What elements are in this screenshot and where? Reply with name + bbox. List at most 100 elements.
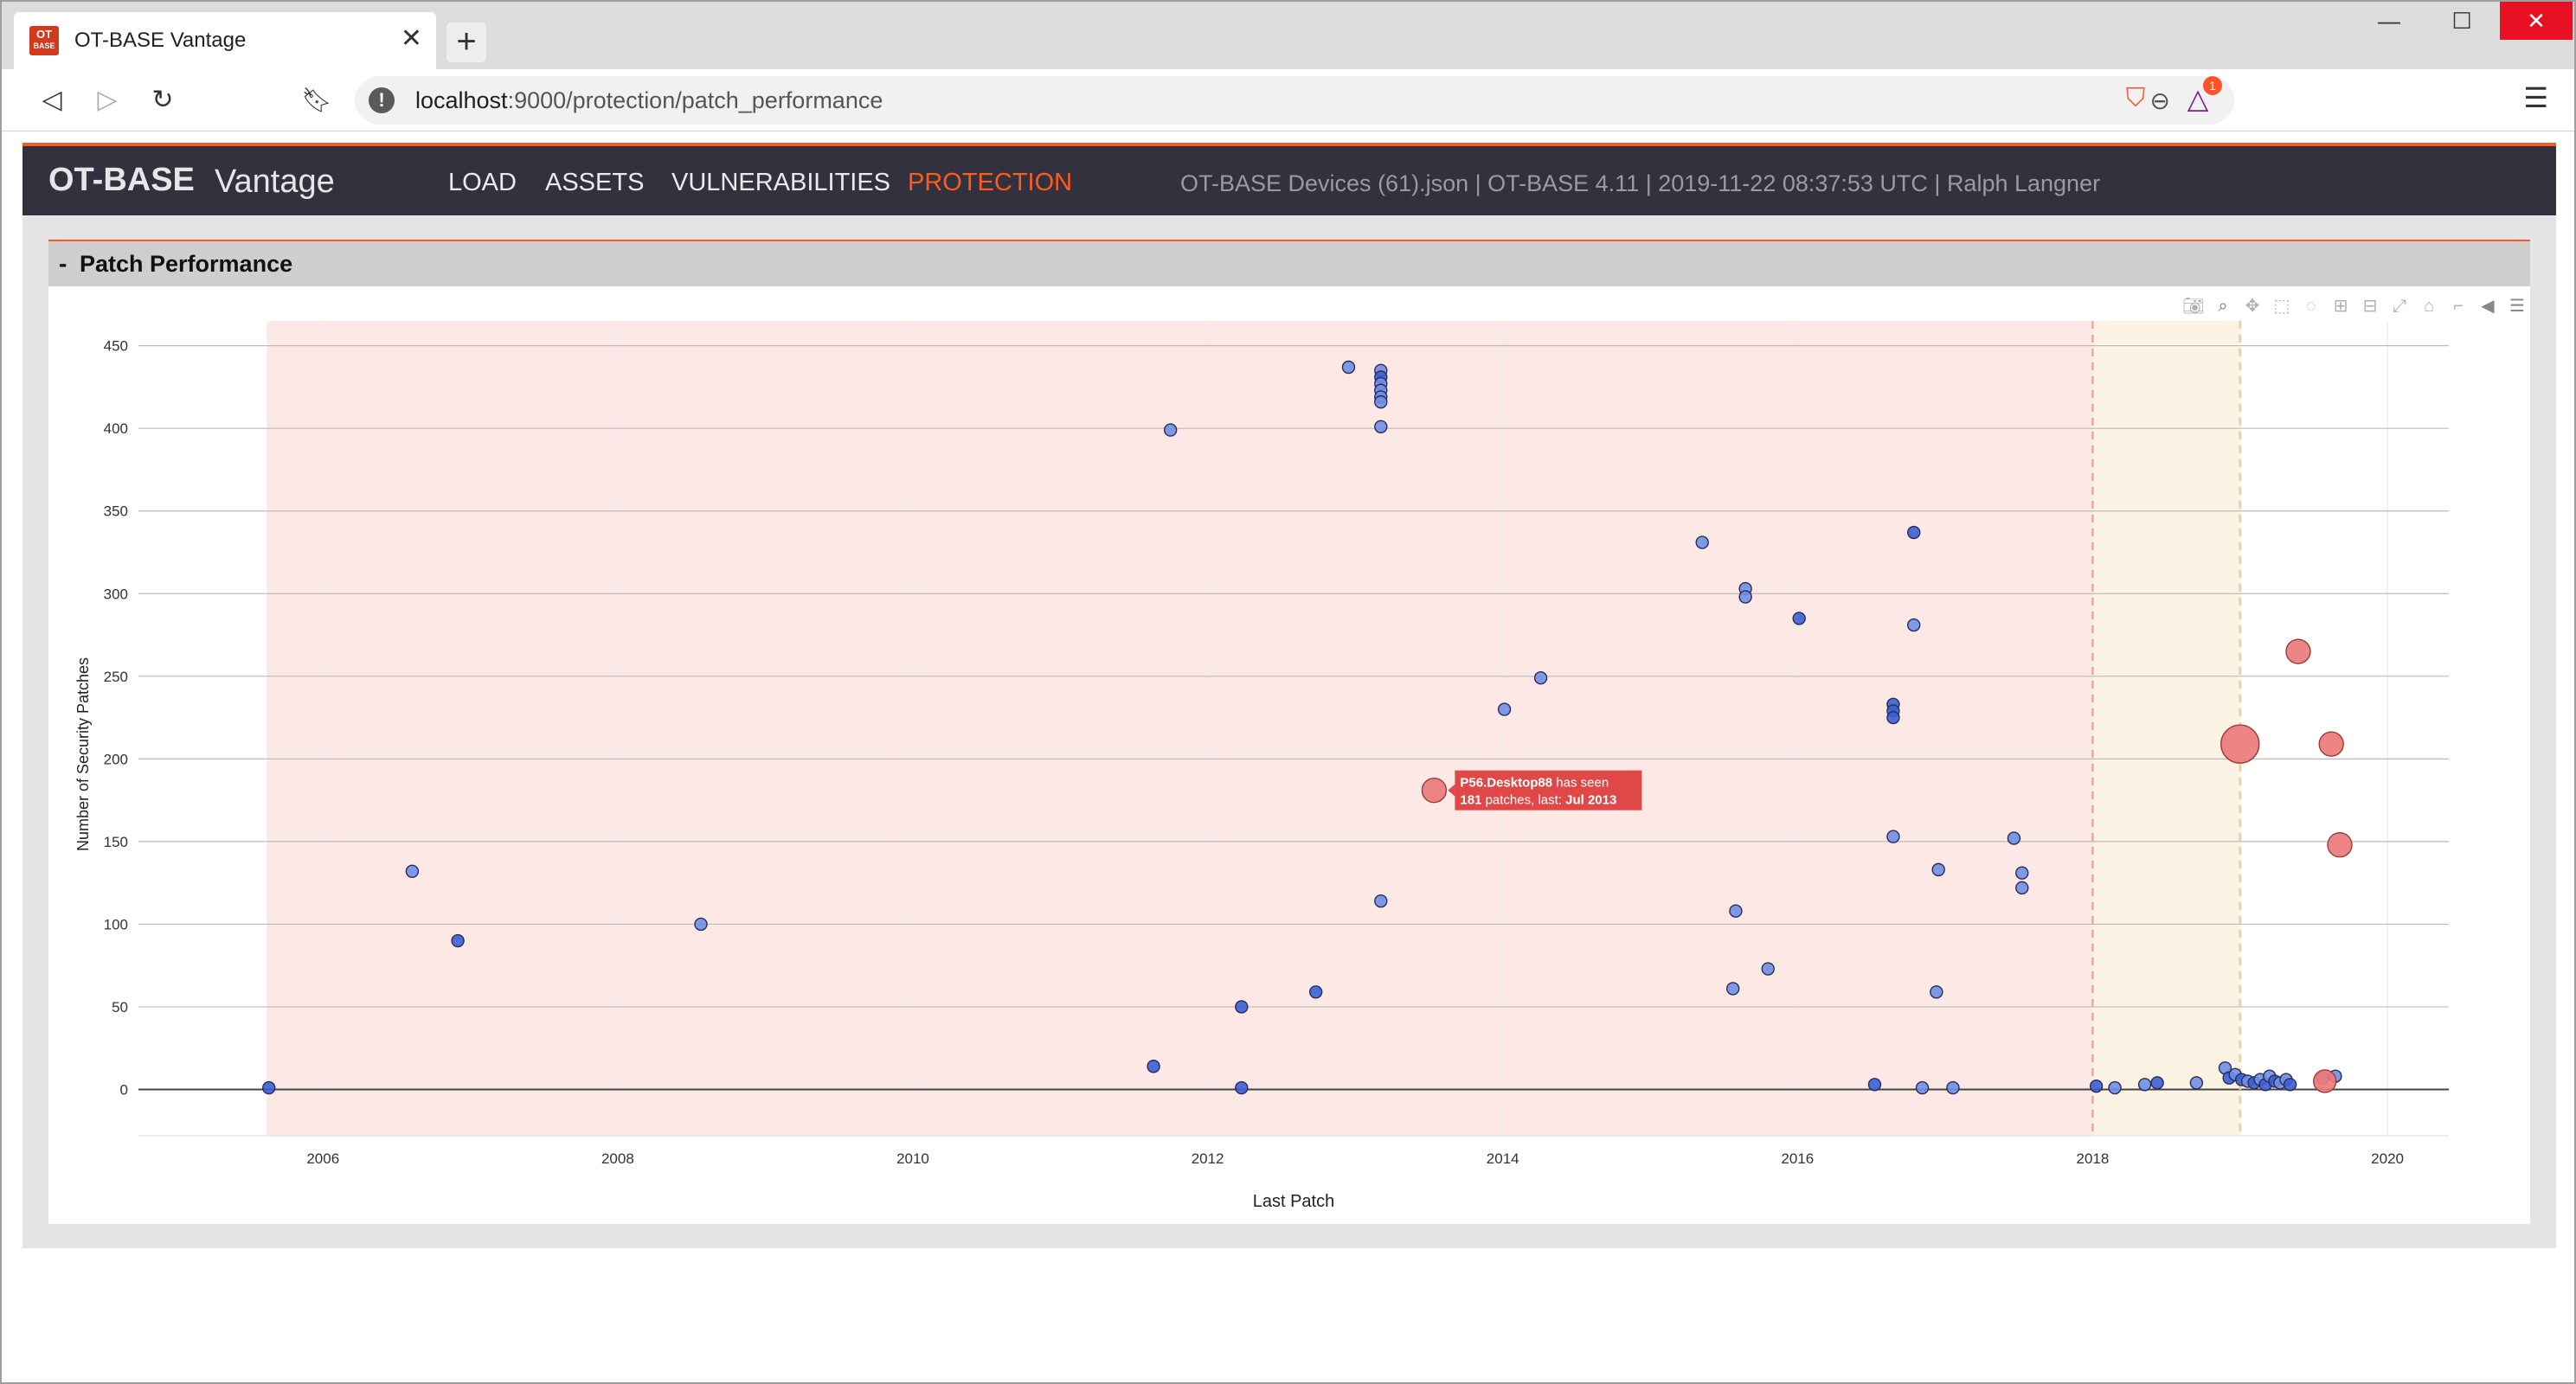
outdated-device-point-2[interactable] [2285,638,2311,664]
window-close-icon[interactable]: ✕ [2500,2,2573,40]
nav-assets[interactable]: ASSETS [545,169,644,197]
device-point-2[interactable] [451,933,465,948]
y-tick-label-150: 150 [104,834,128,850]
forward-arrow-icon[interactable]: ▷ [88,81,126,119]
device-point-17[interactable] [1374,894,1388,908]
device-point-5[interactable] [1163,423,1178,437]
patch-performance-chart[interactable]: 0 50 100 150 200 250 300 350 400 450 2006 2008 2010… [48,286,2530,1226]
device-point-1[interactable] [405,864,420,878]
device-point-31[interactable] [1886,830,1900,843]
tab-close-icon[interactable]: ✕ [401,24,422,54]
device-point-7[interactable] [1235,1080,1249,1095]
device-point-26[interactable] [1792,612,1806,625]
device-point-32[interactable] [1907,525,1921,540]
y-tick-label-0: 0 [120,1081,128,1098]
device-point-18[interactable] [1497,702,1512,716]
x-tick-label-2016: 2016 [1781,1150,1814,1167]
device-point-36[interactable] [1931,862,1945,877]
device-point-22[interactable] [1729,904,1743,918]
url-host: localhost [415,86,508,113]
device-point-38[interactable] [2007,831,2021,845]
panel-header[interactable]: - Patch Performance [48,241,2530,286]
x-tick-labels: 2006 2008 2010 2012 2014 2016 2018 2020 [306,1150,2404,1167]
brave-shield-icon[interactable]: ⛉ [2118,78,2153,119]
y-tick-label-250: 250 [104,669,128,685]
device-point-4[interactable] [1147,1060,1160,1073]
back-arrow-icon[interactable]: ◁ [33,81,71,119]
extension-badge: 1 [2203,76,2222,95]
tooltip-line-1: P56.Desktop88 has seen [1460,776,1609,791]
device-point-0[interactable] [262,1080,276,1095]
x-tick-label-2014: 2014 [1487,1150,1519,1167]
device-point-27[interactable] [1867,1078,1882,1092]
device-point-30[interactable] [1886,710,1900,725]
device-point-45[interactable] [2189,1076,2204,1090]
brand-name[interactable]: OT-BASE [48,162,195,199]
y-tick-labels: 0 50 100 150 200 250 300 350 400 450 [104,338,128,1099]
device-point-40[interactable] [2015,881,2029,895]
shaded-region-0 [267,321,2093,1136]
shaded-region-1 [2092,321,2240,1136]
collapse-toggle[interactable]: - [59,250,67,278]
reload-icon[interactable]: ↻ [144,81,182,119]
device-point-8[interactable] [1308,985,1323,999]
x-axis-title: Last Patch [1253,1192,1335,1211]
browser-tab[interactable]: OT BASE OT-BASE Vantage ✕ [14,12,436,69]
favicon-text-top: OT [35,28,53,41]
app-container: OT-BASE Vantage LOAD ASSETS VULNERABILIT… [22,143,2556,1248]
device-point-58[interactable] [2283,1078,2297,1092]
device-point-25[interactable] [1761,962,1775,976]
tooltip-date: Jul 2013 [1565,793,1616,808]
y-tick-label-50: 50 [112,999,128,1016]
device-point-42[interactable] [2108,1080,2122,1095]
device-point-37[interactable] [1946,1080,1960,1095]
address-bar[interactable]: ! localhost:9000/protection/patch_perfor… [355,76,2234,125]
device-point-16[interactable] [1374,420,1388,433]
url-text[interactable]: localhost:9000/protection/patch_performa… [415,87,883,114]
tooltip-count: 181 [1460,793,1481,808]
device-point-35[interactable] [1930,985,1943,999]
outdated-device-point-0[interactable] [1421,777,1448,804]
maximize-icon[interactable]: ☐ [2425,2,2498,40]
outdated-device-point-4[interactable] [2327,832,2353,858]
hover-tooltip: P56.Desktop88 has seen 181 patches, last… [1448,770,1642,811]
device-point-15[interactable] [1374,394,1388,409]
x-tick-label-2018: 2018 [2077,1150,2110,1167]
outdated-device-point-5[interactable] [2313,1069,2337,1093]
device-point-9[interactable] [1341,360,1356,375]
new-tab-button[interactable]: + [446,22,486,62]
device-point-43[interactable] [2137,1078,2152,1092]
nav-vulnerabilities[interactable]: VULNERABILITIES [671,169,890,197]
device-point-19[interactable] [1533,671,1548,685]
outdated-device-point-1[interactable] [2220,724,2260,764]
device-point-44[interactable] [2150,1076,2164,1090]
device-point-24[interactable] [1738,590,1752,604]
x-tick-label-2012: 2012 [1192,1150,1224,1167]
device-point-6[interactable] [1235,1000,1249,1014]
device-point-20[interactable] [1695,535,1709,549]
device-point-39[interactable] [2015,866,2029,880]
brand-subname[interactable]: Vantage [215,163,335,201]
zoom-out-icon[interactable]: ⊖ [2150,86,2170,115]
x-tick-label-2006: 2006 [306,1150,339,1167]
device-point-33[interactable] [1907,618,1921,632]
tooltip-text-1: has seen [1552,776,1609,791]
nav-load[interactable]: LOAD [448,169,517,197]
tooltip-line-2: 181 patches, last: Jul 2013 [1460,793,1616,808]
shaded-regions [267,321,2240,1136]
bookmark-icon[interactable]: 🔖︎ [298,81,336,119]
device-point-3[interactable] [694,917,708,932]
tab-title: OT-BASE Vantage [74,29,247,52]
device-point-41[interactable] [2089,1079,2104,1093]
patch-performance-panel: - Patch Performance 📷︎ ⌕ ✥ ⬚ ◌ ⊞ ⊟ ⤢ ⌂ ⌐… [48,240,2530,1224]
device-point-34[interactable] [1915,1080,1930,1095]
outdated-device-point-3[interactable] [2318,731,2344,757]
app-navbar: OT-BASE Vantage LOAD ASSETS VULNERABILIT… [22,143,2556,215]
minimize-icon[interactable]: — [2353,2,2425,40]
hamburger-menu-icon[interactable]: ☰ [2523,81,2548,114]
device-point-21[interactable] [1725,982,1740,996]
y-tick-label-200: 200 [104,751,128,767]
info-icon[interactable]: ! [369,87,395,113]
y-tick-label-300: 300 [104,586,128,602]
nav-protection[interactable]: PROTECTION [908,169,1072,197]
